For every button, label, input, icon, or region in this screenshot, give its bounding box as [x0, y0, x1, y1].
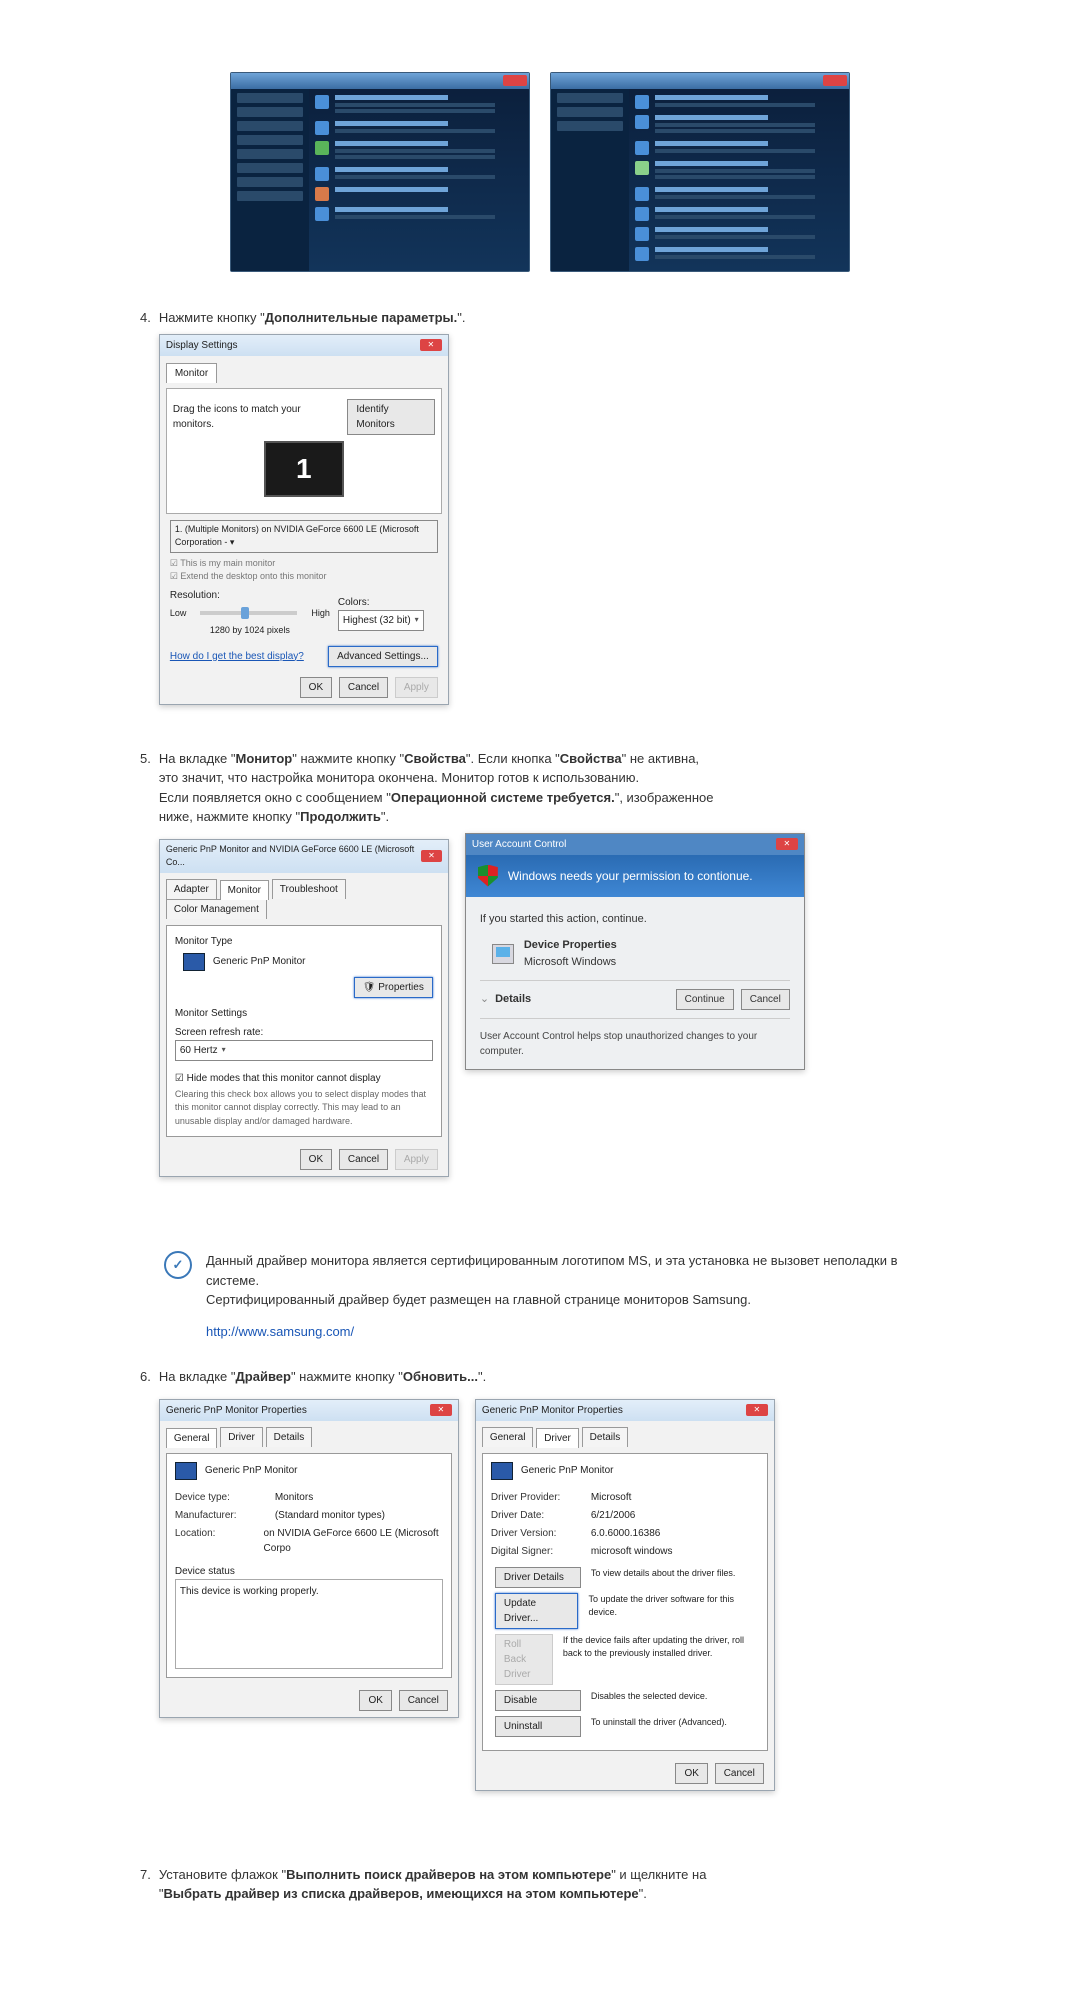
program-icon	[492, 944, 514, 964]
close-icon[interactable]: ✕	[746, 1404, 768, 1416]
publisher: Microsoft Windows	[524, 954, 617, 971]
resolution-label: Resolution:	[170, 588, 330, 603]
control-panel-shot-right	[550, 72, 850, 272]
colors-select[interactable]: Highest (32 bit)	[338, 610, 424, 631]
step-number: 5.	[140, 749, 151, 1238]
tab-general[interactable]: General	[166, 1428, 218, 1448]
apply-button: Apply	[395, 1149, 438, 1170]
check-icon: ✓	[164, 1251, 192, 1279]
monitor-select[interactable]: 1. (Multiple Monitors) on NVIDIA GeForce…	[170, 520, 438, 553]
dialog-title: Display Settings	[166, 338, 238, 353]
close-icon[interactable]: ✕	[430, 1404, 452, 1416]
program-name: Device Properties	[524, 937, 617, 954]
tab-details[interactable]: Details	[582, 1427, 629, 1447]
certification-note: ✓ Данный драйвер монитора является серти…	[140, 1251, 940, 1341]
identify-monitors-button[interactable]: Identify Monitors	[347, 399, 434, 435]
resolution-value: 1280 by 1024 pixels	[170, 624, 330, 638]
step-7: 7. Установите флажок "Выполнить поиск др…	[140, 1865, 940, 1904]
text-bold: Дополнительные параметры.	[265, 310, 458, 325]
uac-footer-text: User Account Control helps stop unauthor…	[480, 1029, 790, 1059]
rollback-driver-button: Roll Back Driver	[495, 1634, 553, 1685]
uninstall-button[interactable]: Uninstall	[495, 1716, 581, 1737]
dialog-title: Generic PnP Monitor Properties	[166, 1403, 307, 1418]
monitor-icon	[175, 1462, 197, 1480]
tab-colormgmt[interactable]: Color Management	[166, 899, 267, 919]
dialog-title: User Account Control	[472, 837, 567, 852]
uac-subhead: If you started this action, continue.	[480, 911, 790, 928]
cancel-button[interactable]: Cancel	[741, 989, 790, 1010]
tab-general[interactable]: General	[482, 1427, 534, 1447]
drag-label: Drag the icons to match your monitors.	[173, 402, 336, 432]
resolution-slider[interactable]	[200, 611, 297, 615]
step-number: 6.	[140, 1367, 151, 1851]
monitor-properties-dialog: Generic PnP Monitor and NVIDIA GeForce 6…	[159, 839, 449, 1178]
chevron-down-icon[interactable]: ⌄	[480, 991, 489, 1008]
shield-icon	[478, 865, 498, 887]
control-panel-shot-left	[230, 72, 530, 272]
refresh-select[interactable]: 60 Hertz	[175, 1040, 433, 1061]
update-driver-button[interactable]: Update Driver...	[495, 1593, 579, 1629]
monitor-icon	[183, 953, 205, 971]
tab-troubleshoot[interactable]: Troubleshoot	[272, 879, 346, 899]
step-number: 7.	[140, 1865, 151, 1904]
step-6: 6. На вкладке "Драйвер" нажмите кнопку "…	[140, 1367, 940, 1851]
dialog-title: Generic PnP Monitor and NVIDIA GeForce 6…	[166, 843, 421, 870]
help-link[interactable]: How do I get the best display?	[170, 649, 304, 664]
monitor-type-label: Monitor Type	[175, 934, 433, 949]
device-status-label: Device status	[175, 1564, 443, 1579]
refresh-label: Screen refresh rate:	[175, 1025, 433, 1040]
top-screenshots	[140, 72, 940, 272]
cancel-button[interactable]: Cancel	[715, 1763, 764, 1784]
step-4: 4. Нажмите кнопку "Дополнительные параме…	[140, 308, 940, 735]
close-icon[interactable]: ✕	[776, 838, 798, 850]
disable-button[interactable]: Disable	[495, 1690, 581, 1711]
colors-label: Colors:	[338, 595, 438, 610]
close-icon[interactable]: ✕	[421, 850, 442, 862]
tab-monitor[interactable]: Monitor	[166, 363, 217, 383]
advanced-settings-button[interactable]: Advanced Settings...	[328, 646, 438, 667]
uac-headline: Windows needs your permission to contion…	[508, 867, 753, 885]
dialog-title: Generic PnP Monitor Properties	[482, 1403, 623, 1418]
display-settings-dialog: Display Settings ✕ Monitor Drag the icon…	[159, 334, 449, 705]
tab-monitor[interactable]: Monitor	[220, 880, 269, 900]
tab-driver[interactable]: Driver	[220, 1427, 263, 1447]
ok-button[interactable]: OK	[300, 1149, 332, 1170]
step-5: 5. На вкладке "Монитор" нажмите кнопку "…	[140, 749, 940, 1238]
cancel-button[interactable]: Cancel	[339, 1149, 388, 1170]
close-icon[interactable]: ✕	[420, 339, 442, 351]
text: ".	[457, 310, 465, 325]
continue-button[interactable]: Continue	[676, 989, 734, 1010]
hide-modes-checkbox[interactable]: ☑ Hide modes that this monitor cannot di…	[175, 1071, 433, 1086]
tab-adapter[interactable]: Adapter	[166, 879, 217, 899]
monitor-name: Generic PnP Monitor	[213, 954, 306, 969]
ok-button[interactable]: OK	[675, 1763, 707, 1784]
ok-button[interactable]: OK	[359, 1690, 391, 1711]
checkbox-extend-desktop: ☑ Extend the desktop onto this monitor	[170, 570, 438, 584]
note-line-2: Сертифицированный драйвер будет размещен…	[206, 1290, 940, 1310]
monitor-props-driver-dialog: Generic PnP Monitor Properties ✕ General…	[475, 1399, 775, 1791]
device-status-box: This device is working properly.	[175, 1579, 443, 1669]
note-line-1: Данный драйвер монитора является сертифи…	[206, 1251, 940, 1290]
monitor-icon	[491, 1462, 513, 1480]
driver-details-button[interactable]: Driver Details	[495, 1567, 581, 1588]
cancel-button[interactable]: Cancel	[339, 677, 388, 698]
device-name: Generic PnP Monitor	[205, 1463, 298, 1478]
device-name: Generic PnP Monitor	[521, 1463, 614, 1478]
samsung-url[interactable]: http://www.samsung.com/	[206, 1324, 354, 1339]
tab-details[interactable]: Details	[266, 1427, 313, 1447]
hide-modes-note: Clearing this check box allows you to se…	[175, 1088, 433, 1129]
cancel-button[interactable]: Cancel	[399, 1690, 448, 1711]
text: Нажмите кнопку "	[159, 310, 265, 325]
apply-button: Apply	[395, 677, 438, 698]
tab-driver[interactable]: Driver	[536, 1428, 579, 1448]
details-toggle[interactable]: Details	[495, 991, 531, 1008]
monitor-settings-label: Monitor Settings	[175, 1006, 433, 1021]
properties-button[interactable]: 🛡 Properties	[354, 977, 433, 998]
uac-dialog: User Account Control ✕ Windows needs you…	[465, 833, 805, 1071]
monitor-icon[interactable]: 1	[264, 441, 344, 497]
checkbox-main-monitor: ☑ This is my main monitor	[170, 557, 438, 571]
step-number: 4.	[140, 308, 151, 735]
monitor-props-general-dialog: Generic PnP Monitor Properties ✕ General…	[159, 1399, 459, 1718]
ok-button[interactable]: OK	[300, 677, 332, 698]
